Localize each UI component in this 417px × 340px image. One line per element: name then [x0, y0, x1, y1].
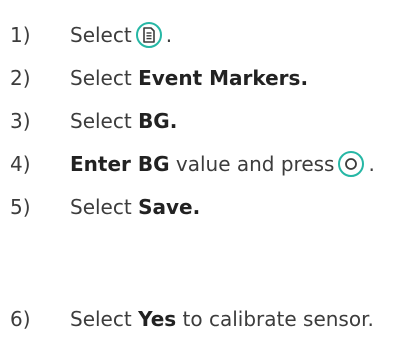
step-number: 5)	[10, 195, 31, 219]
step-text-part: .	[368, 152, 375, 176]
step-text: Select BG.	[70, 106, 177, 136]
step-text-part: Select	[70, 307, 139, 331]
step-bold-term: BG.	[138, 109, 178, 133]
step-text-part: value and press	[169, 152, 335, 176]
step-6: 6) Select Yes to calibrate sensor.	[0, 304, 374, 334]
step-bold-term: Enter BG	[70, 152, 170, 176]
step-1: 1) Select .	[0, 20, 172, 50]
step-2: 2) Select Event Markers.	[0, 63, 308, 93]
step-text-part: Select	[70, 23, 132, 47]
step-text-part: Select	[70, 109, 139, 133]
step-bold-term: Save.	[138, 195, 201, 219]
step-text: Enter BG value and press .	[70, 149, 375, 179]
select-button-icon	[338, 151, 365, 177]
step-text: Select Save.	[70, 192, 200, 222]
step-bold-term: Event Markers.	[138, 66, 309, 90]
step-number: 6)	[10, 307, 31, 331]
step-bold-term: Yes	[138, 307, 177, 331]
step-text: Select Yes to calibrate sensor.	[70, 304, 374, 334]
step-text: Select Event Markers.	[70, 63, 308, 93]
step-number: 3)	[10, 109, 31, 133]
step-text-part: .	[165, 23, 173, 47]
step-number: 1)	[10, 23, 31, 47]
step-3: 3) Select BG.	[0, 106, 177, 136]
step-text: Select .	[70, 20, 172, 50]
step-text-part: Select	[70, 195, 139, 219]
menu-document-icon	[135, 22, 162, 48]
step-text-part: Select	[70, 66, 139, 90]
step-5: 5) Select Save.	[0, 192, 200, 222]
step-number: 4)	[10, 152, 31, 176]
step-number: 2)	[10, 66, 31, 90]
step-4: 4) Enter BG value and press .	[0, 149, 375, 179]
step-text-part: to calibrate sensor.	[176, 307, 374, 331]
